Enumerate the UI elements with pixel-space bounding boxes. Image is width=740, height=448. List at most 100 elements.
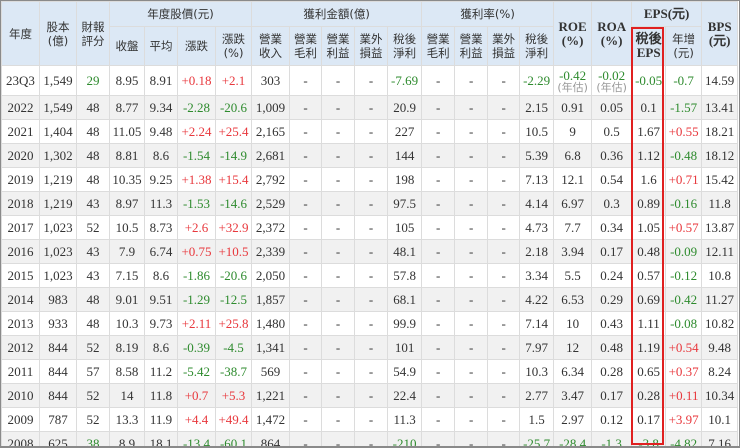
cell-average: 11.2 (145, 360, 178, 384)
cell-roe: 12.1 (554, 168, 592, 192)
cell-average: 9.51 (145, 288, 178, 312)
cell-non-op-margin: - (488, 336, 520, 360)
cell-roe: 6.8 (554, 144, 592, 168)
cell-op-margin: - (455, 240, 488, 264)
cell-close: 8.97 (110, 192, 145, 216)
cell-close: 13.3 (110, 408, 145, 432)
cell-capital: 1,302 (40, 144, 77, 168)
cell-eps: 0.28 (632, 384, 666, 408)
cell-non-op: - (355, 216, 388, 240)
cell-close: 8.58 (110, 360, 145, 384)
cell-change-pct: +25.4 (216, 120, 252, 144)
header-price-col: 平均 (145, 27, 178, 66)
cell-average: 9.34 (145, 96, 178, 120)
cell-non-op-margin: - (488, 144, 520, 168)
cell-roe: 5.5 (554, 264, 592, 288)
cell-op-margin: - (455, 264, 488, 288)
cell-revenue: 1,221 (252, 384, 290, 408)
eps-table-panel: 年度 股本(億) 財報評分 年度股價(元) 獲利金額(億) 獲利率(%) ROE… (0, 0, 740, 448)
cell-gross-profit: - (290, 312, 322, 336)
cell-eps: 0.17 (632, 408, 666, 432)
cell-eps-yoy: +0.57 (666, 216, 702, 240)
cell-net-income: 68.1 (388, 288, 422, 312)
cell-capital: 1,023 (40, 240, 77, 264)
cell-bps: 18.12 (702, 144, 738, 168)
header-capital: 股本(億) (40, 2, 77, 66)
cell-operating-income: - (322, 312, 355, 336)
cell-revenue: 2,792 (252, 168, 290, 192)
header-price-col: 漲跌(%) (216, 27, 252, 66)
cell-close: 7.15 (110, 264, 145, 288)
cell-operating-income: - (322, 144, 355, 168)
cell-op-margin: - (455, 120, 488, 144)
cell-operating-income: - (322, 336, 355, 360)
cell-score: 43 (77, 264, 110, 288)
cell-average: 9.48 (145, 120, 178, 144)
cell-bps: 13.41 (702, 96, 738, 120)
cell-bps: 18.21 (702, 120, 738, 144)
cell-change: -0.39 (178, 336, 216, 360)
table-row: 2011844578.5811.2-5.42-38.7569---54.9---… (2, 360, 738, 384)
header-eps-col: 年增(元) (666, 27, 702, 66)
cell-roe: 12 (554, 336, 592, 360)
cell-capital: 787 (40, 408, 77, 432)
cell-revenue: 2,165 (252, 120, 290, 144)
cell-revenue: 569 (252, 360, 290, 384)
cell-op-margin: - (455, 360, 488, 384)
cell-net-margin: 4.73 (520, 216, 554, 240)
cell-gross-profit: - (290, 216, 322, 240)
cell-change: -1.29 (178, 288, 216, 312)
cell-net-margin: 10.5 (520, 120, 554, 144)
cell-op-margin: - (455, 66, 488, 96)
cell-non-op-margin: - (488, 288, 520, 312)
cell-change: +4.4 (178, 408, 216, 432)
cell-revenue: 2,681 (252, 144, 290, 168)
cell-gross-profit: - (290, 66, 322, 96)
cell-revenue: 1,009 (252, 96, 290, 120)
cell-roe: 3.47 (554, 384, 592, 408)
cell-non-op: - (355, 384, 388, 408)
cell-bps: 14.59 (702, 66, 738, 96)
table-row: 20139334810.39.73+2.11+25.81,480---99.9-… (2, 312, 738, 336)
cell-change-pct: -12.5 (216, 288, 252, 312)
cell-net-margin: 7.14 (520, 312, 554, 336)
header-margin-col: 營業利益 (455, 27, 488, 66)
table-row: 20191,2194810.359.25+1.38+15.42,792---19… (2, 168, 738, 192)
cell-gross-profit: - (290, 384, 322, 408)
header-roa: ROA(%) (592, 2, 632, 66)
cell-bps: 15.42 (702, 168, 738, 192)
cell-change-pct: -4.5 (216, 336, 252, 360)
table-row: 20171,0235210.58.73+2.6+32.92,372---105-… (2, 216, 738, 240)
cell-non-op: - (355, 120, 388, 144)
cell-roa: 0.12 (592, 408, 632, 432)
cell-score: 52 (77, 408, 110, 432)
header-margin-group: 獲利率(%) (422, 2, 554, 27)
cell-change-pct: -38.7 (216, 360, 252, 384)
cell-gross-profit: - (290, 264, 322, 288)
header-price-col: 收盤 (110, 27, 145, 66)
cell-average: 11.3 (145, 192, 178, 216)
cell-score: 52 (77, 216, 110, 240)
cell-net-margin: 3.34 (520, 264, 554, 288)
cell-net-income: 227 (388, 120, 422, 144)
cell-close: 8.81 (110, 144, 145, 168)
header-eps-col: 稅後EPS (632, 27, 666, 66)
cell-change: +2.24 (178, 120, 216, 144)
cell-change: +0.18 (178, 66, 216, 96)
cell-non-op-margin: - (488, 432, 520, 448)
table-row: 20181,219438.9711.3-1.53-14.62,529---97.… (2, 192, 738, 216)
cell-operating-income: - (322, 288, 355, 312)
cell-bps: 10.1 (702, 408, 738, 432)
cell-change: -1.54 (178, 144, 216, 168)
cell-close: 7.9 (110, 240, 145, 264)
financial-table: 年度 股本(億) 財報評分 年度股價(元) 獲利金額(億) 獲利率(%) ROE… (1, 1, 738, 448)
cell-bps: 9.48 (702, 336, 738, 360)
cell-op-margin: - (455, 96, 488, 120)
cell-net-income: 57.8 (388, 264, 422, 288)
cell-operating-income: - (322, 360, 355, 384)
cell-non-op: - (355, 312, 388, 336)
cell-eps: 0.69 (632, 288, 666, 312)
cell-eps: 1.19 (632, 336, 666, 360)
cell-non-op-margin: - (488, 96, 520, 120)
header-profit-col: 稅後淨利 (388, 27, 422, 66)
